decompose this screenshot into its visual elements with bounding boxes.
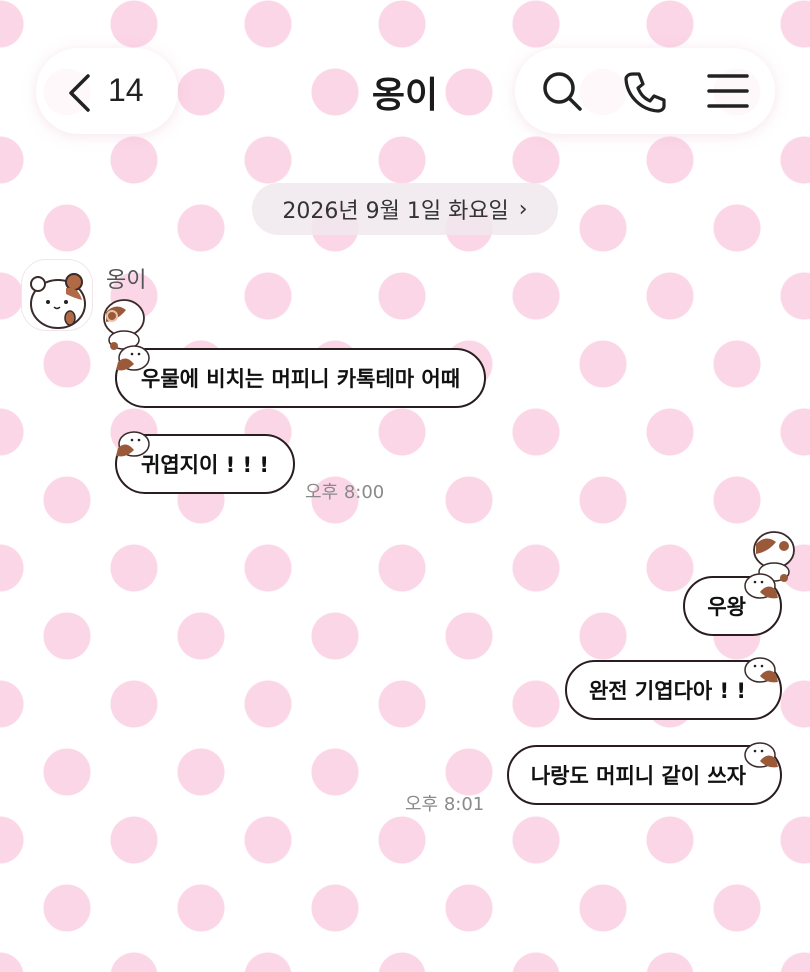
bubble-mascot-icon bbox=[744, 657, 778, 683]
outgoing-message-bubble[interactable]: 나랑도 머피니 같이 쓰자 bbox=[506, 745, 782, 805]
bubble-mascot-icon bbox=[116, 431, 150, 457]
phone-icon[interactable] bbox=[623, 70, 667, 114]
bear-avatar-icon bbox=[30, 273, 86, 329]
date-divider[interactable]: 2026년 9월 1일 화요일 › bbox=[252, 183, 558, 235]
header-actions bbox=[515, 48, 775, 134]
date-label: 2026년 9월 1일 화요일 bbox=[282, 199, 509, 224]
message-text: 귀엽지이 ! ! ! bbox=[141, 453, 269, 477]
message-text: 우물에 비치는 머피니 카톡테마 어때 bbox=[141, 367, 461, 391]
incoming-message-bubble[interactable]: 우물에 비치는 머피니 카톡테마 어때 bbox=[115, 348, 487, 408]
message-text: 나랑도 머피니 같이 쓰자 bbox=[530, 764, 746, 788]
message-time: 오후 8:00 bbox=[305, 482, 385, 503]
sender-name: 옹이 bbox=[106, 268, 147, 293]
bubble-mascot-icon bbox=[116, 345, 150, 371]
bubble-mascot-icon bbox=[744, 573, 778, 599]
chevron-right-icon: › bbox=[518, 196, 528, 222]
search-icon[interactable] bbox=[541, 70, 583, 112]
message-time: 오후 8:01 bbox=[405, 794, 485, 815]
message-text: 완전 기엽다아 ! ! bbox=[588, 679, 746, 703]
message-text: 우왕 bbox=[707, 595, 746, 619]
menu-icon[interactable] bbox=[707, 72, 749, 110]
bubble-mascot-icon bbox=[744, 742, 778, 768]
avatar[interactable] bbox=[22, 260, 92, 330]
